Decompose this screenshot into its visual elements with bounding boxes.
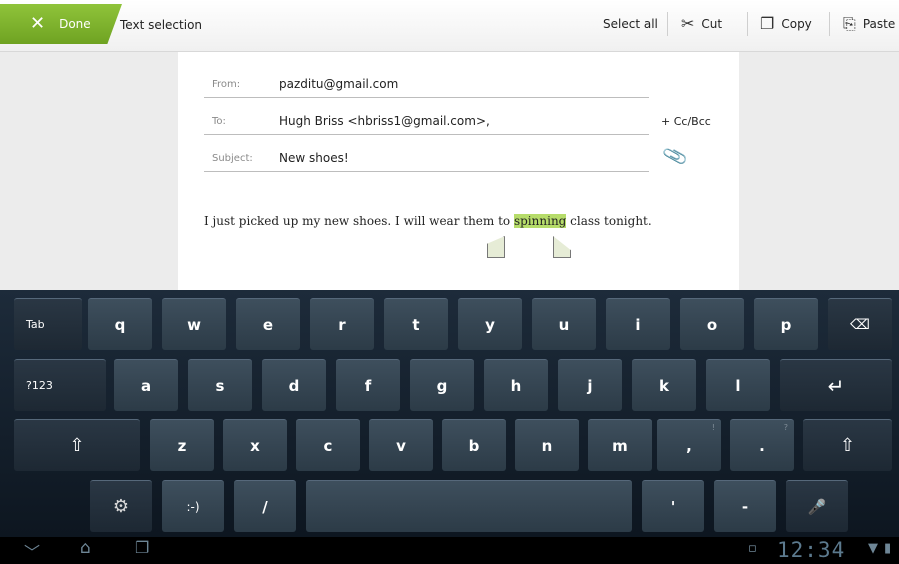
- period-char: .: [759, 436, 765, 455]
- microphone-icon: 🎤: [807, 497, 827, 516]
- key-period[interactable]: . ?: [730, 419, 794, 471]
- action-bar: ✕ Done Text selection Select all ✂ Cut ❐…: [0, 0, 899, 52]
- key-symbols[interactable]: ?123: [14, 359, 106, 411]
- key-k[interactable]: k: [632, 359, 696, 411]
- key-j[interactable]: j: [558, 359, 622, 411]
- paste-label: Paste: [862, 17, 896, 31]
- key-u[interactable]: u: [532, 298, 596, 350]
- key-g[interactable]: g: [410, 359, 474, 411]
- cc-bcc-button[interactable]: + Cc/Bcc: [661, 115, 711, 128]
- wifi-icon: ▼: [868, 541, 878, 556]
- key-shift-right[interactable]: ⇧: [803, 419, 892, 471]
- soft-keyboard: Tab q w e r t y u i o p ⌫ ?123 a s d f g…: [0, 290, 899, 537]
- key-shift-left[interactable]: ⇧: [14, 419, 140, 471]
- key-d[interactable]: d: [262, 359, 326, 411]
- mode-title: Text selection: [120, 18, 203, 32]
- divider: [747, 12, 748, 36]
- divider: [667, 12, 668, 36]
- select-all-label: Select all: [603, 17, 658, 31]
- battery-icon: ▮: [884, 541, 892, 556]
- copy-button[interactable]: ❐ Copy: [760, 6, 812, 42]
- key-comma[interactable]: , !: [657, 419, 721, 471]
- to-value: Hugh Briss <hbriss1@gmail.com>,: [279, 114, 490, 128]
- body-text-before: I just picked up my new shoes. I will we…: [204, 214, 514, 228]
- subject-field[interactable]: Subject: New shoes!: [204, 148, 649, 172]
- selected-text: spinning: [513, 214, 567, 228]
- enter-icon: ↵: [827, 373, 845, 398]
- key-apostrophe[interactable]: ': [642, 480, 704, 532]
- home-icon[interactable]: ⌂: [80, 538, 91, 558]
- key-slash[interactable]: /: [234, 480, 296, 532]
- copy-icon: ❐: [760, 14, 775, 33]
- key-space[interactable]: [306, 480, 632, 532]
- done-button[interactable]: ✕ Done: [0, 4, 122, 44]
- key-e[interactable]: e: [236, 298, 300, 350]
- body-text-after: class tonight.: [566, 214, 652, 228]
- comma-alt-char: !: [711, 423, 715, 432]
- subject-value: New shoes!: [279, 151, 349, 165]
- key-w[interactable]: w: [162, 298, 226, 350]
- key-voice[interactable]: 🎤: [786, 480, 848, 532]
- recent-apps-icon[interactable]: ❐: [135, 538, 149, 557]
- key-n[interactable]: n: [515, 419, 579, 471]
- close-icon: ✕: [30, 13, 46, 34]
- key-enter[interactable]: ↵: [780, 359, 892, 411]
- from-field[interactable]: From: pazditu@gmail.com: [204, 74, 649, 98]
- key-s[interactable]: s: [188, 359, 252, 411]
- clock[interactable]: 12:34: [777, 538, 845, 562]
- key-f[interactable]: f: [336, 359, 400, 411]
- settings-icon: ⚙: [112, 496, 130, 517]
- key-t[interactable]: t: [384, 298, 448, 350]
- notification-icon[interactable]: ▫: [748, 541, 757, 556]
- scissors-icon: ✂: [681, 14, 695, 33]
- comma-char: ,: [686, 436, 692, 455]
- key-o[interactable]: o: [680, 298, 744, 350]
- copy-label: Copy: [781, 17, 812, 31]
- key-tab[interactable]: Tab: [14, 298, 82, 350]
- key-l[interactable]: l: [706, 359, 770, 411]
- period-alt-char: ?: [783, 423, 788, 432]
- shift-icon: ⇧: [839, 435, 856, 456]
- key-x[interactable]: x: [223, 419, 287, 471]
- back-icon[interactable]: ﹀: [24, 539, 40, 563]
- key-q[interactable]: q: [88, 298, 152, 350]
- key-i[interactable]: i: [606, 298, 670, 350]
- key-z[interactable]: z: [150, 419, 214, 471]
- key-backspace[interactable]: ⌫: [828, 298, 892, 350]
- subject-label: Subject:: [212, 153, 253, 164]
- cut-button[interactable]: ✂ Cut: [681, 6, 722, 42]
- key-p[interactable]: p: [754, 298, 818, 350]
- key-smiley[interactable]: :-): [162, 480, 224, 532]
- key-b[interactable]: b: [442, 419, 506, 471]
- key-h[interactable]: h: [484, 359, 548, 411]
- system-bar: ﹀ ⌂ ❐ ▫ 12:34 ▼ ▮: [0, 537, 899, 564]
- key-v[interactable]: v: [369, 419, 433, 471]
- key-c[interactable]: c: [296, 419, 360, 471]
- key-y[interactable]: y: [458, 298, 522, 350]
- key-dash[interactable]: -: [714, 480, 776, 532]
- cut-label: Cut: [701, 17, 723, 31]
- select-all-button[interactable]: Select all: [603, 6, 658, 42]
- clipboard-icon: ⎘: [843, 14, 856, 33]
- from-value: pazditu@gmail.com: [279, 77, 399, 91]
- done-label: Done: [59, 17, 91, 31]
- to-field[interactable]: To: Hugh Briss <hbriss1@gmail.com>,: [204, 111, 649, 135]
- key-settings[interactable]: ⚙: [90, 480, 152, 532]
- divider: [829, 12, 830, 36]
- message-body[interactable]: I just picked up my new shoes. I will we…: [204, 214, 652, 228]
- backspace-icon: ⌫: [850, 316, 870, 333]
- key-m[interactable]: m: [588, 419, 652, 471]
- key-r[interactable]: r: [310, 298, 374, 350]
- shift-icon: ⇧: [69, 435, 85, 456]
- from-label: From:: [212, 79, 241, 90]
- paste-button[interactable]: ⎘ Paste: [843, 6, 895, 42]
- to-label: To:: [212, 116, 226, 127]
- key-a[interactable]: a: [114, 359, 178, 411]
